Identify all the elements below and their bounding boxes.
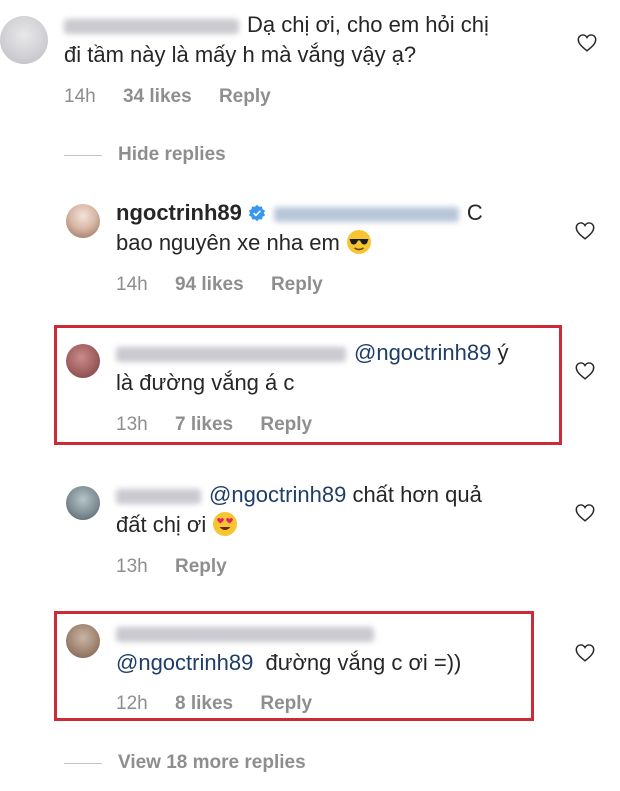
username[interactable]: ngoctrinh89 — [116, 200, 242, 225]
comment-time: 14h — [64, 86, 96, 107]
likes-count[interactable]: 7 likes — [175, 414, 233, 435]
reply-text: @ngoctrinh89 chất hơn quả đất chị ơi — [116, 482, 482, 537]
blurred-username[interactable] — [64, 18, 239, 34]
heart-icon[interactable] — [574, 220, 596, 242]
blurred-username[interactable] — [116, 488, 201, 504]
reply-item: @ngoctrinh89 đường vắng c ơi =)) 12h 8 l… — [0, 614, 620, 724]
divider-line — [64, 154, 102, 156]
avatar[interactable] — [66, 204, 100, 238]
reply-text: ngoctrinh89 C bao nguyên xe nha em — [116, 200, 483, 255]
reply-button[interactable]: Reply — [271, 274, 323, 295]
avatar[interactable] — [66, 344, 100, 378]
reply-item: @ngoctrinh89 ý là đường vắng á c 13h 7 l… — [0, 330, 620, 445]
hide-replies-button[interactable]: Hide replies — [64, 144, 226, 166]
reply-button[interactable]: Reply — [260, 414, 312, 435]
reply-text: @ngoctrinh89 đường vắng c ơi =)) — [116, 618, 536, 678]
divider-line — [64, 762, 102, 764]
reply-time: 13h — [116, 556, 148, 577]
reply-button[interactable]: Reply — [175, 556, 227, 577]
likes-count[interactable]: 94 likes — [175, 274, 244, 295]
reply-meta: 13h 7 likes Reply — [116, 414, 334, 436]
reply-meta: 12h 8 likes Reply — [116, 693, 334, 715]
heart-icon[interactable] — [574, 642, 596, 664]
reply-time: 13h — [116, 414, 148, 435]
heart-icon[interactable] — [574, 360, 596, 382]
comment-meta: 14h 34 likes Reply — [64, 86, 293, 108]
blurred-mention[interactable] — [273, 206, 459, 222]
heart-icon[interactable] — [574, 502, 596, 524]
reply-item: ngoctrinh89 C bao nguyên xe nha em 14h 94… — [0, 190, 620, 315]
reply-meta: 13h Reply — [116, 556, 249, 578]
heart-eyes-emoji — [213, 512, 238, 536]
mention-link[interactable]: @ngoctrinh89 — [209, 482, 346, 507]
reply-time: 14h — [116, 274, 148, 295]
likes-count[interactable]: 34 likes — [123, 86, 192, 107]
reply-time: 12h — [116, 693, 148, 714]
avatar[interactable] — [0, 16, 48, 64]
avatar[interactable] — [66, 486, 100, 520]
view-more-replies-label[interactable]: View 18 more replies — [118, 752, 306, 774]
reply-item: @ngoctrinh89 chất hơn quả đất chị ơi 13h… — [0, 472, 620, 587]
likes-count[interactable]: 8 likes — [175, 693, 233, 714]
hide-replies-label[interactable]: Hide replies — [118, 144, 226, 166]
avatar[interactable] — [66, 624, 100, 658]
blurred-username[interactable] — [116, 626, 374, 642]
blurred-username[interactable] — [116, 346, 346, 362]
reply-meta: 14h 94 likes Reply — [116, 274, 345, 296]
reply-button[interactable]: Reply — [260, 693, 312, 714]
verified-badge-icon — [248, 204, 266, 222]
mention-link[interactable]: @ngoctrinh89 — [116, 650, 253, 675]
reply-text: @ngoctrinh89 ý là đường vắng á c — [116, 340, 509, 395]
heart-icon[interactable] — [576, 32, 598, 54]
comment-item: Dạ chị ơi, cho em hỏi chị đi tầm này là … — [0, 0, 620, 125]
mention-link[interactable]: @ngoctrinh89 — [354, 340, 491, 365]
view-more-replies-button[interactable]: View 18 more replies — [64, 752, 306, 774]
comment-text: Dạ chị ơi, cho em hỏi chị đi tầm này là … — [64, 12, 489, 67]
reply-button[interactable]: Reply — [219, 86, 271, 107]
sunglasses-emoji — [346, 230, 371, 254]
